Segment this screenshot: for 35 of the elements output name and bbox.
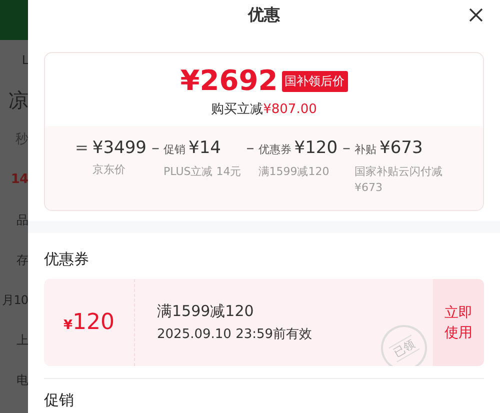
- background-text: 月10: [2, 292, 28, 309]
- discount-note: 国家补贴云闪付减¥673: [354, 164, 444, 196]
- discount-amount: ¥3499: [92, 137, 146, 160]
- discount-amount: ¥14: [188, 137, 221, 160]
- background-text: L: [22, 52, 28, 69]
- subsidy-badge: 国补领后价: [282, 70, 348, 92]
- operator-sign: –: [342, 137, 351, 159]
- section-title: 促销: [44, 391, 75, 410]
- discount-label: 优惠券: [258, 142, 292, 158]
- saving-text: 购买立减¥807.00: [211, 101, 317, 118]
- background-text: 凉: [8, 87, 28, 114]
- background-text: 14: [10, 171, 28, 189]
- background-text: 品: [16, 212, 28, 229]
- coupon-value: ¥120: [63, 310, 115, 335]
- discount-note: 京东价: [92, 162, 126, 178]
- discount-label: 补贴: [354, 142, 377, 158]
- discount-amount: ¥120: [294, 137, 338, 160]
- discount-note: 满1599减120: [258, 164, 330, 180]
- close-icon[interactable]: [468, 7, 484, 23]
- coupon-condition: 满1599减120: [157, 302, 255, 321]
- header-bar: [0, 0, 28, 40]
- sheet-title: 优惠: [248, 4, 280, 26]
- discount-note: PLUS立减 14元: [164, 164, 242, 180]
- operator-sign: –: [246, 137, 254, 159]
- discount-label: 促销: [164, 142, 186, 158]
- background-text: 上: [16, 332, 28, 349]
- background-text: 电: [16, 372, 28, 389]
- use-now-button[interactable]: 立即使用: [433, 279, 484, 366]
- final-price: ¥2692: [180, 65, 278, 97]
- operator-sign: –: [152, 137, 160, 159]
- operator-sign: =: [75, 137, 88, 159]
- discount-amount: ¥673: [380, 137, 423, 160]
- background-text: 存: [16, 252, 28, 269]
- coupon-validity: 2025.09.10 23:59前有效: [157, 326, 314, 343]
- section-title: 优惠券: [44, 250, 90, 269]
